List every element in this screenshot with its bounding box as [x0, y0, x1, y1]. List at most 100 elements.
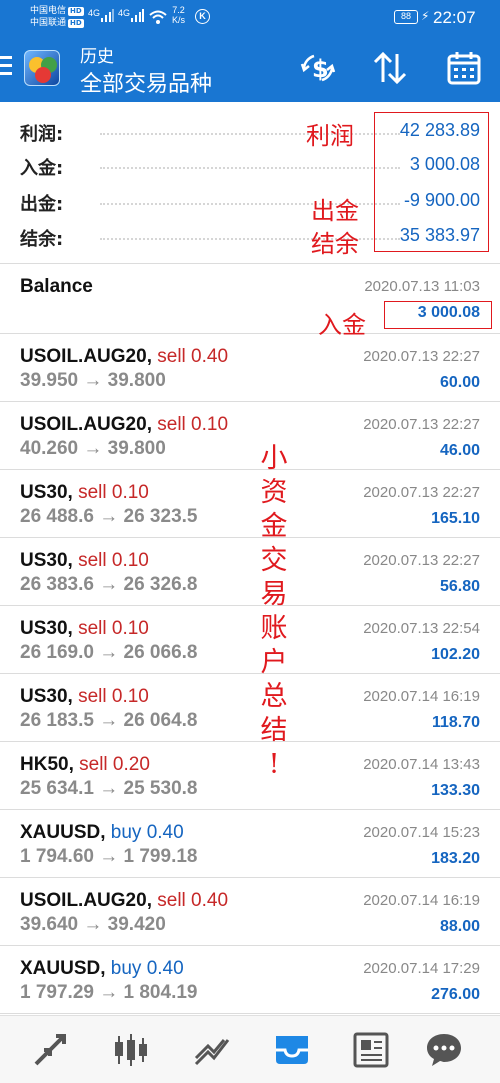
- symbol-name: XAUUSD,: [20, 958, 106, 979]
- trade-type: sell 0.20: [79, 754, 150, 775]
- k-badge-icon: K: [195, 9, 210, 24]
- annotation-char: 易: [260, 579, 288, 610]
- trade-time: 2020.07.13 22:27: [363, 348, 480, 365]
- annotation-char: 金: [260, 511, 288, 542]
- trade-row[interactable]: USOIL.AUG20, sell 0.40 39.950 → 39.800 202…: [0, 334, 500, 402]
- trade-type: buy 0.40: [110, 958, 184, 979]
- trade-type: buy 0.40: [110, 822, 184, 843]
- trade-symbol: USOIL.AUG20, sell 0.40: [20, 346, 228, 368]
- dollar-sync-icon[interactable]: $: [300, 50, 336, 86]
- trade-prices: 26 183.5 → 26 064.8: [20, 710, 198, 731]
- trade-type: sell 0.40: [157, 890, 229, 911]
- charging-icon: ⚡: [421, 9, 430, 23]
- trade-symbol: USOIL.AUG20, sell 0.10: [20, 414, 228, 436]
- trade-time: 2020.07.14 16:19: [363, 688, 480, 705]
- trade-time: 2020.07.13 22:27: [363, 416, 480, 433]
- trade-time: 2020.07.14 13:43: [363, 756, 480, 773]
- carrier-1: 中国电信: [30, 6, 67, 16]
- symbol-name: USOIL.AUG20,: [20, 414, 152, 435]
- carrier-info: 中国电信 HD 中国联通 HD: [30, 5, 84, 29]
- dotted-leader: [100, 133, 400, 135]
- signal-bars-icon: [101, 9, 114, 22]
- symbol-filter-label[interactable]: 全部交易品种: [80, 66, 212, 98]
- symbol-name: XAUUSD,: [20, 822, 106, 843]
- trade-symbol: US30, sell 0.10: [20, 686, 149, 708]
- annotation-char: 资: [260, 477, 288, 508]
- annotation-vertical-note: 小 资 金 交 易 账 户 总 结 !: [254, 442, 294, 782]
- chat-icon[interactable]: [424, 1030, 464, 1070]
- annotation-char: !: [268, 749, 280, 780]
- signal-4g-2: 4G: [118, 8, 131, 18]
- divider: [0, 1013, 500, 1014]
- trade-row[interactable]: XAUUSD, buy 0.40 1 797.29 → 1 804.19 2020.…: [0, 946, 500, 1014]
- trade-profit: 56.80: [439, 578, 480, 595]
- annotation-deposit-box: [384, 301, 492, 329]
- trade-prices: 1 797.29 → 1 804.19: [20, 982, 198, 1003]
- balance-time: 2020.07.13 11:03: [364, 278, 480, 295]
- symbol-name: USOIL.AUG20,: [20, 346, 152, 367]
- annotation-char: 户: [260, 647, 288, 678]
- trade-prices: 1 794.60 → 1 799.18: [20, 846, 198, 867]
- symbol-name: US30,: [20, 550, 73, 571]
- chart-candles-icon[interactable]: [111, 1030, 151, 1070]
- trade-prices: 26 488.6 → 26 323.5: [20, 506, 198, 527]
- clock: 22:07: [433, 8, 476, 27]
- trade-profit: 183.20: [431, 850, 480, 867]
- trade-row[interactable]: US30, sell 0.10 26 488.6 → 26 323.5 2020.0…: [0, 470, 500, 538]
- hamburger-menu-icon[interactable]: [0, 56, 16, 78]
- history-icon[interactable]: [272, 1030, 312, 1070]
- trade-profit: 60.00: [439, 374, 480, 391]
- carrier-2: 中国联通: [30, 18, 67, 28]
- annotation-deposit: 入金: [318, 311, 366, 339]
- trade-row[interactable]: US30, sell 0.10 26 383.6 → 26 326.8 2020.0…: [0, 538, 500, 606]
- trade-time: 2020.07.13 22:27: [363, 484, 480, 501]
- trade-row[interactable]: US30, sell 0.10 26 183.5 → 26 064.8 2020.0…: [0, 674, 500, 742]
- trade-symbol: USOIL.AUG20, sell 0.40: [20, 890, 228, 912]
- trade-row[interactable]: US30, sell 0.10 26 169.0 → 26 066.8 2020.0…: [0, 606, 500, 674]
- annotation-char: 总: [260, 681, 288, 712]
- trade-type: sell 0.10: [78, 482, 149, 503]
- trade-symbol: US30, sell 0.10: [20, 482, 149, 504]
- calendar-icon[interactable]: [446, 50, 482, 86]
- symbol-name: US30,: [20, 618, 73, 639]
- trade-prices: 39.950 → 39.800: [20, 370, 166, 391]
- trade-type: sell 0.10: [78, 618, 149, 639]
- trade-symbol: US30, sell 0.10: [20, 550, 149, 572]
- annotation-balance: 结余: [311, 230, 359, 258]
- battery-icon: 88: [394, 10, 418, 24]
- annotation-summary-box: [374, 112, 489, 252]
- page-title: 历史: [80, 47, 114, 67]
- metatrader-logo-icon[interactable]: [24, 50, 60, 86]
- signal-bars-icon: [131, 9, 144, 22]
- trade-time: 2020.07.14 16:19: [363, 892, 480, 909]
- trade-row[interactable]: XAUUSD, buy 0.40 1 794.60 → 1 799.18 2020.…: [0, 810, 500, 878]
- summary-label: 出金:: [20, 194, 64, 215]
- trade-profit: 276.00: [431, 986, 480, 1003]
- trade-row[interactable]: USOIL.AUG20, sell 0.40 39.640 → 39.420 202…: [0, 878, 500, 946]
- trade-icon[interactable]: [192, 1030, 232, 1070]
- status-bar: 中国电信 HD 中国联通 HD 4G 4G 7.2 K/s K 88 ⚡ 22:07: [0, 0, 500, 36]
- trade-symbol: US30, sell 0.10: [20, 618, 149, 640]
- trade-prices: 39.640 → 39.420: [20, 914, 166, 935]
- app-bar: 历史 全部交易品种 $: [0, 36, 500, 102]
- trade-profit: 102.20: [431, 646, 480, 663]
- symbol-name: US30,: [20, 482, 73, 503]
- hd-badge: HD: [68, 19, 84, 28]
- net-speed-unit: K/s: [172, 15, 186, 25]
- trade-symbol: XAUUSD, buy 0.40: [20, 958, 184, 980]
- balance-label: Balance: [20, 276, 93, 297]
- trade-prices: 40.260 → 39.800: [20, 438, 166, 459]
- trade-profit: 165.10: [431, 510, 480, 527]
- sort-arrows-icon[interactable]: [372, 50, 408, 86]
- symbol-name: HK50,: [20, 754, 74, 775]
- news-icon[interactable]: [351, 1030, 391, 1070]
- quotes-icon[interactable]: [30, 1030, 70, 1070]
- trade-profit: 133.30: [431, 782, 480, 799]
- trade-row[interactable]: HK50, sell 0.20 25 634.1 → 25 530.8 2020.0…: [0, 742, 500, 810]
- annotation-char: 小: [260, 443, 288, 474]
- trade-time: 2020.07.14 15:23: [363, 824, 480, 841]
- dotted-leader: [100, 167, 400, 169]
- annotation-char: 结: [260, 715, 288, 746]
- annotation-char: 账: [260, 613, 288, 644]
- trade-row[interactable]: USOIL.AUG20, sell 0.10 40.260 → 39.800 202…: [0, 402, 500, 470]
